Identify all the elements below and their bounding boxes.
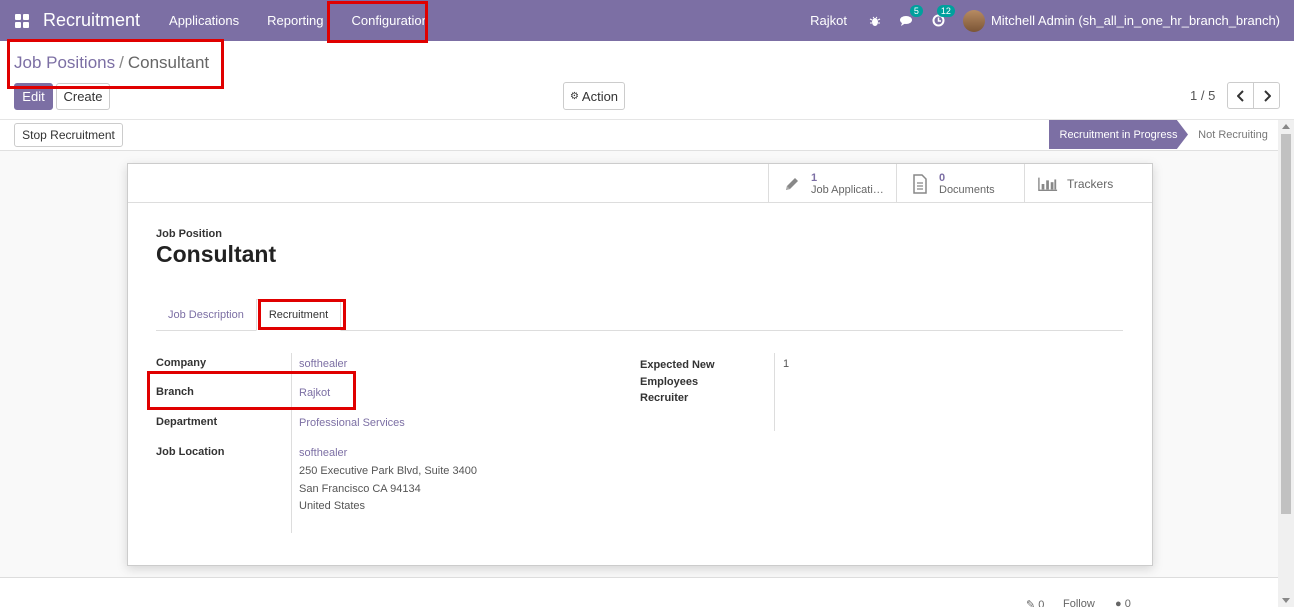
bug-icon[interactable] [867,13,883,29]
job-location-address-line1: 250 Executive Park Blvd, Suite 3400 [299,465,477,477]
messages-icon[interactable]: 5 [899,4,923,29]
company-value[interactable]: softhealer [299,358,347,370]
job-location-address-line2: San Francisco CA 94134 [299,483,421,495]
form-statusbar: Stop Recruitment Recruitment in Progress… [0,120,1278,151]
menu-applications[interactable]: Applications [155,0,253,41]
recruiter-label: Recruiter [640,392,689,404]
job-location-label: Job Location [156,446,225,458]
bar-chart-icon [1038,176,1058,192]
menu-reporting[interactable]: Reporting [253,0,337,41]
messages-badge: 5 [909,4,923,17]
tab-job-description[interactable]: Job Description [156,299,256,331]
expected-label-line2: Employees [640,376,699,388]
user-avatar[interactable] [962,9,985,32]
highlight-branch-field [147,371,356,410]
pager-previous-button[interactable] [1227,82,1254,109]
expected-employees-value[interactable]: 1 [783,358,789,370]
expected-label-line1: Expected New [640,359,715,371]
user-icon: ● [1115,598,1122,607]
record-title: Consultant [156,241,277,267]
highlight-recruitment-tab [258,299,346,330]
company-switcher[interactable]: Rajkot [810,13,847,28]
chatter-topbar: ✎ 0 Follow ● 0 [0,577,1278,607]
user-menu[interactable]: Mitchell Admin (sh_all_in_one_hr_branch_… [991,13,1280,28]
stop-recruitment-button[interactable]: Stop Recruitment [14,123,123,147]
pencil-icon [782,175,802,193]
follow-button[interactable]: Follow [1063,598,1095,607]
stage-not-recruiting[interactable]: Not Recruiting [1188,120,1278,149]
job-location-address-line3: United States [299,500,366,512]
top-navbar: Recruitment Applications Reporting Confi… [0,0,1294,41]
scroll-down-arrow-icon[interactable] [1282,598,1290,603]
smart-button-box: 1 Job Applicati… 0 Documents Trackers [128,164,1152,203]
followers-count: 0 [1124,598,1131,607]
followers-button[interactable]: ● 0 [1115,598,1131,607]
form-view: 1 Job Applicati… 0 Documents Trackers Jo… [0,151,1278,577]
job-location-name[interactable]: softhealer [299,447,347,459]
documents-label: Documents [939,183,995,196]
stage-recruitment-in-progress[interactable]: Recruitment in Progress [1049,120,1188,149]
action-dropdown[interactable]: ⚙ Action [563,82,625,110]
department-label: Department [156,416,218,428]
chevron-left-icon [1236,89,1244,102]
apps-menu-icon[interactable] [15,13,29,28]
navbar-systray: Rajkot 5 12 Mitchell Admin (sh_all_in_on… [810,0,1280,41]
activities-icon[interactable]: 12 [931,4,955,29]
documents-smart-button[interactable]: 0 Documents [896,164,1024,203]
applications-count: 1 [811,171,818,184]
attachments-count: 0 [1038,599,1045,607]
trackers-smart-button[interactable]: Trackers [1024,164,1152,203]
pager-next-button[interactable] [1253,82,1280,109]
activities-badge: 12 [936,4,955,17]
expected-employees-label: Expected New Employees [640,357,715,391]
highlight-configuration-menu [327,1,428,43]
right-group-divider [774,353,775,431]
document-icon [910,173,930,194]
gear-icon: ⚙ [569,90,579,102]
applications-label: Job Applicati… [811,183,884,196]
highlight-breadcrumb [7,39,224,89]
job-applications-smart-button[interactable]: 1 Job Applicati… [768,164,896,203]
attachments-counter[interactable]: ✎ 0 [1026,598,1044,607]
action-label: Action [581,88,619,104]
record-label: Job Position [156,228,222,240]
scrollbar-thumb[interactable] [1281,134,1291,514]
chevron-right-icon [1263,89,1271,102]
scroll-up-arrow-icon[interactable] [1282,124,1290,129]
pager-value[interactable]: 1 / 5 [1190,88,1215,103]
company-label: Company [156,357,207,369]
trackers-label: Trackers [1067,176,1114,191]
form-sheet: 1 Job Applicati… 0 Documents Trackers Jo… [127,163,1153,566]
documents-count: 0 [939,171,946,184]
paperclip-icon: ✎ [1026,599,1036,607]
app-title[interactable]: Recruitment [43,10,140,31]
page-scrollbar[interactable] [1278,120,1294,607]
department-value[interactable]: Professional Services [299,417,405,429]
